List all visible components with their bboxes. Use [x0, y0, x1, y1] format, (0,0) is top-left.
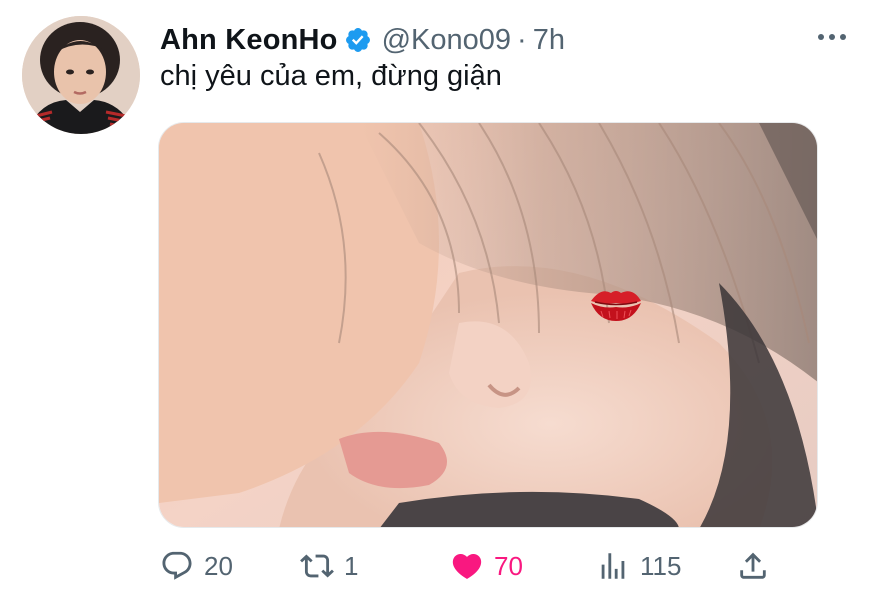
views-chart-icon	[601, 553, 625, 579]
views-count: 115	[640, 550, 682, 581]
views-button[interactable]: 115	[596, 540, 681, 592]
display-name[interactable]: Ahn KeonHo	[160, 24, 338, 57]
header-separator: ·	[517, 23, 527, 56]
photo-image	[159, 123, 817, 527]
share-button[interactable]	[736, 540, 770, 592]
retweet-button[interactable]: 1	[300, 540, 358, 592]
verified-badge-icon	[344, 26, 372, 54]
tweet: Ahn KeonHo @Kono09 · 7h chị yêu của em, …	[0, 0, 880, 600]
retweet-icon	[300, 554, 334, 578]
tweet-actions: 20 1 70 115	[0, 540, 880, 592]
tweet-text: chị yêu của em, đừng giận	[160, 60, 502, 92]
avatar[interactable]	[22, 16, 140, 134]
retweet-count: 1	[344, 550, 359, 581]
share-icon	[740, 552, 766, 579]
kiss-mark-icon	[587, 281, 645, 325]
more-options-button[interactable]	[812, 22, 852, 52]
reply-count: 20	[204, 550, 233, 581]
reply-icon	[162, 551, 192, 580]
user-handle[interactable]: @Kono09	[382, 24, 511, 57]
reply-button[interactable]: 20	[160, 540, 233, 592]
like-button[interactable]: 70	[450, 540, 523, 592]
avatar-image	[22, 16, 140, 134]
more-horizontal-icon	[818, 34, 846, 40]
heart-icon	[452, 553, 482, 579]
tweet-media-photo[interactable]	[158, 122, 818, 528]
tweet-header: Ahn KeonHo @Kono09 · 7h	[160, 18, 565, 62]
tweet-timestamp[interactable]: 7h	[533, 24, 565, 57]
like-count: 70	[494, 550, 523, 581]
